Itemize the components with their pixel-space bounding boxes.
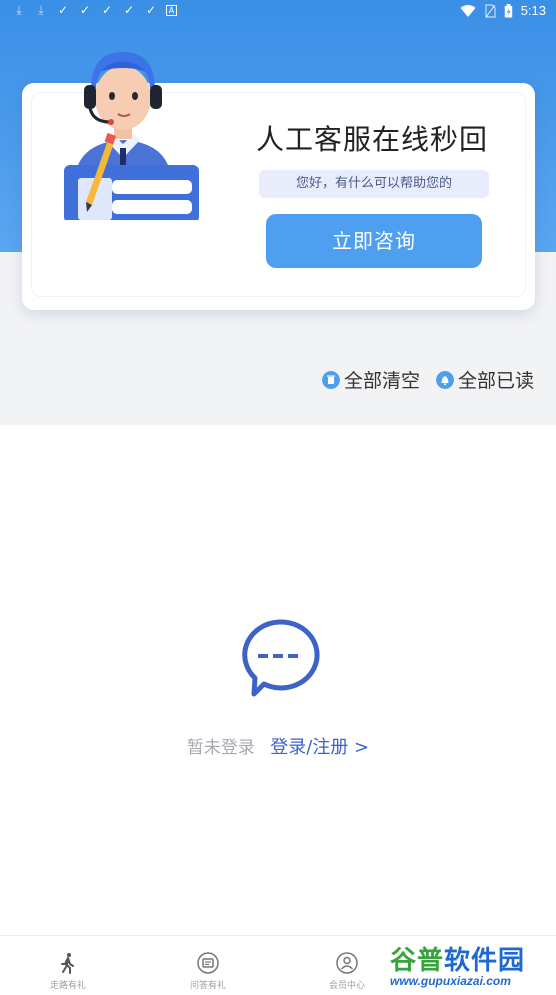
- login-prompt: 暂未登录 登录/注册 >: [0, 733, 556, 759]
- login-register-link[interactable]: 登录/注册 >: [270, 737, 369, 758]
- check-icon: ✓: [57, 3, 69, 17]
- wifi-icon: [460, 4, 476, 17]
- download-icon: ⤓: [38, 3, 44, 17]
- notification-icons: ⤓ ⤓ ✓ ✓ ✓ ✓ ✓ A: [12, 3, 177, 17]
- service-card-subtitle: 您好，有什么可以帮助您的: [259, 170, 489, 198]
- message-actions: 全部清空 全部已读: [321, 366, 534, 393]
- site-watermark: 谷普软件园 www.gupuxiazai.com: [386, 938, 554, 994]
- walking-icon: [61, 953, 74, 974]
- mark-all-read-button[interactable]: 全部已读: [435, 366, 534, 393]
- watermark-logo-green: 谷普: [390, 946, 445, 976]
- check-icon: ✓: [79, 3, 91, 17]
- chat-bubble-icon: [242, 619, 320, 697]
- member-icon: [336, 952, 358, 974]
- bell-icon: [435, 370, 454, 389]
- status-bar: ⤓ ⤓ ✓ ✓ ✓ ✓ ✓ A 5:13: [0, 0, 556, 24]
- tab-label: 走路有礼: [49, 981, 86, 991]
- not-logged-in-text: 暂未登录: [186, 738, 255, 758]
- tab-label: 问答有礼: [189, 981, 226, 991]
- consult-now-button[interactable]: 立即咨询: [266, 214, 482, 268]
- tab-member-center[interactable]: 会员中心: [307, 952, 387, 991]
- clear-all-button[interactable]: 全部清空: [321, 366, 420, 393]
- download-icon: ⤓: [16, 3, 22, 17]
- tab-quiz-rewards[interactable]: 问答有礼: [168, 952, 248, 991]
- watermark-url: www.gupuxiazai.com: [390, 974, 511, 988]
- a-icon: A: [166, 4, 177, 16]
- clock: 5:13: [520, 3, 546, 18]
- check-icon: ✓: [145, 3, 157, 17]
- tab-label: 会员中心: [328, 981, 365, 991]
- customer-service-agent-illustration: [64, 52, 199, 220]
- sim-icon: [485, 3, 496, 18]
- clear-all-label: 全部清空: [343, 370, 420, 392]
- check-icon: ✓: [101, 3, 113, 17]
- battery-icon: [504, 3, 512, 18]
- watermark-logo-blue: 软件园: [444, 946, 526, 976]
- trash-icon: [321, 370, 340, 389]
- system-icons: 5:13: [460, 3, 546, 18]
- watermark-logo: 谷普软件园: [390, 940, 525, 977]
- check-icon: ✓: [123, 3, 135, 17]
- quiz-icon: [197, 952, 219, 974]
- mark-all-read-label: 全部已读: [457, 370, 534, 392]
- tab-walking-rewards[interactable]: 走路有礼: [28, 952, 108, 991]
- service-card-title: 人工客服在线秒回: [256, 123, 489, 156]
